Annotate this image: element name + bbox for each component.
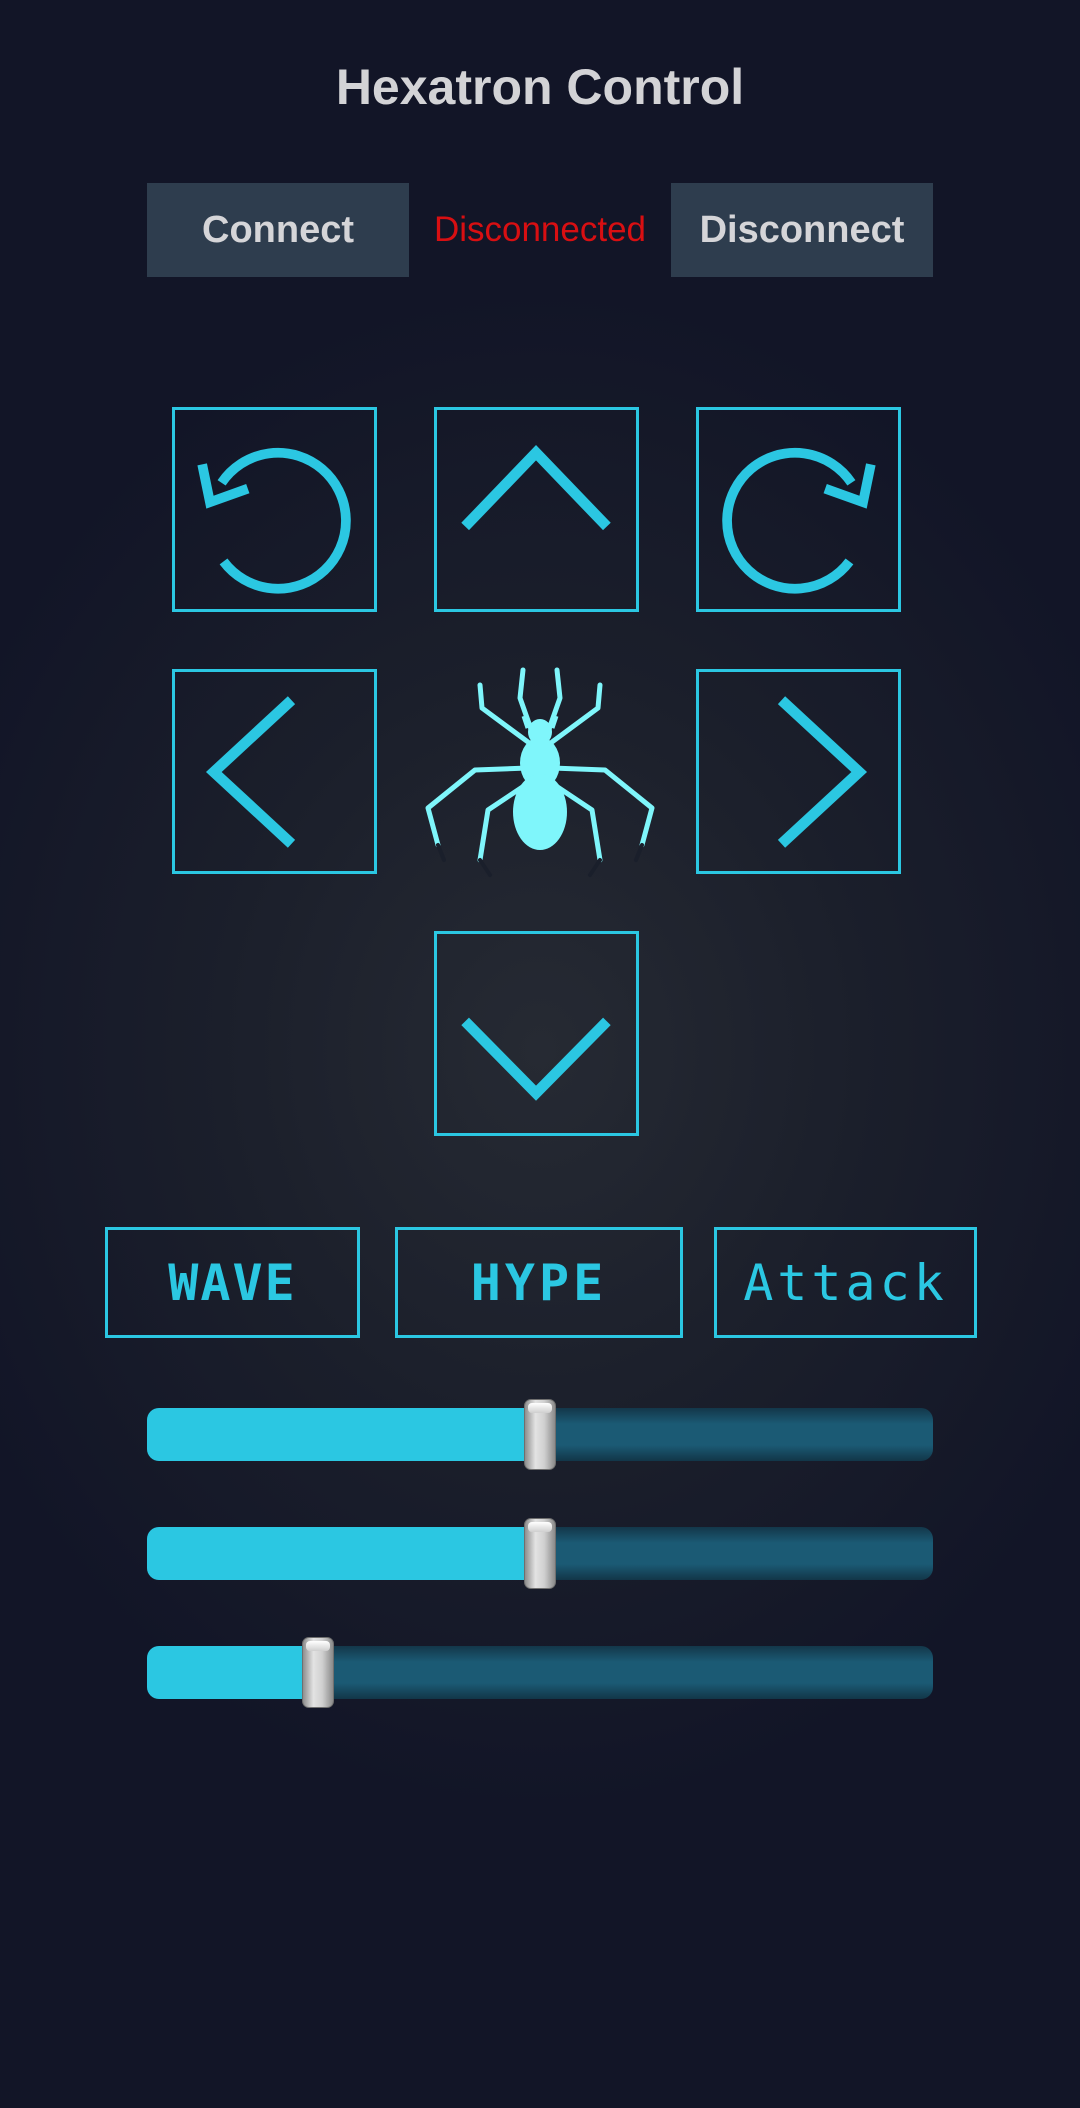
slider-1-fill (147, 1408, 540, 1461)
slider-3-fill (147, 1646, 318, 1699)
slider-1[interactable] (147, 1399, 933, 1470)
right-button[interactable] (696, 669, 901, 874)
rotate-left-button[interactable] (172, 407, 377, 612)
page-title: Hexatron Control (335, 59, 745, 115)
slider-3-thumb[interactable] (301, 1637, 334, 1708)
wave-button[interactable]: WAVE (105, 1227, 360, 1338)
backward-button[interactable] (434, 931, 639, 1136)
spider-icon (425, 667, 655, 877)
connection-status: Disconnected (433, 210, 647, 249)
slider-2-fill (147, 1527, 540, 1580)
left-button[interactable] (172, 669, 377, 874)
slider-3[interactable] (147, 1637, 933, 1708)
rotate-cw-icon (722, 447, 876, 594)
slider-2-thumb[interactable] (524, 1518, 556, 1589)
slider-2[interactable] (147, 1518, 933, 1589)
connect-button[interactable]: Connect (147, 183, 409, 277)
chevron-left-icon (205, 696, 296, 848)
rotate-ccw-icon (197, 447, 351, 594)
chevron-right-icon (777, 696, 868, 848)
chevron-up-icon (461, 445, 611, 531)
slider-1-thumb[interactable] (524, 1399, 556, 1470)
forward-button[interactable] (434, 407, 639, 612)
disconnect-button[interactable]: Disconnect (671, 183, 933, 277)
attack-button[interactable]: Attack (714, 1227, 977, 1338)
chevron-down-icon (461, 1017, 611, 1101)
hype-button[interactable]: HYPE (395, 1227, 683, 1338)
rotate-right-button[interactable] (696, 407, 901, 612)
